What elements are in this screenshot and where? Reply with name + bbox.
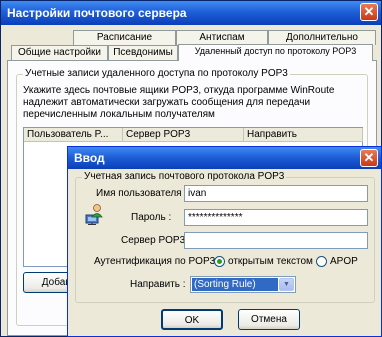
dialog-close-button[interactable]: ✕ (360, 149, 378, 167)
tab-label: Псевдонимы (113, 47, 173, 58)
pop3-server-field[interactable] (184, 232, 368, 249)
main-close-button[interactable]: ✕ (360, 3, 378, 21)
column-label: Сервер POP3 (126, 129, 191, 140)
tab-label: Удаленный доступ по протоколу POP3 (194, 46, 357, 56)
cancel-button[interactable]: Отмена (238, 309, 300, 330)
auth-label: Аутентификация по POP3 (94, 256, 216, 267)
tab-advanced[interactable]: Дополнительно (268, 30, 376, 45)
cancel-button-label: Отмена (251, 314, 287, 325)
main-window-titlebar[interactable]: Настройки почтового сервера ✕ (1, 1, 381, 25)
password-value: ************** (188, 212, 243, 223)
close-icon: ✕ (363, 150, 375, 165)
column-header-user[interactable]: Пользователь P... (24, 128, 123, 142)
forward-selected-value: (Sorting Rule) (192, 278, 278, 291)
auth-apop-radio[interactable] (316, 256, 327, 267)
chevron-down-icon[interactable]: ▼ (279, 278, 294, 291)
tab-label: Антиспам (199, 32, 245, 43)
auth-apop-label[interactable]: APOP (330, 256, 358, 268)
tab-label: Общие настройки (18, 47, 101, 58)
auth-plain-label[interactable]: открытым текстом (228, 256, 313, 268)
input-dialog: Ввод ✕ Учетная запись почтового протокол… (67, 146, 382, 337)
tab-aliases[interactable]: Псевдонимы (108, 45, 178, 60)
main-window-title: Настройки почтового сервера (7, 6, 187, 20)
group-label: Учетные записи удаленного доступа по про… (23, 68, 290, 80)
server-label: Сервер POP3 : (121, 235, 191, 246)
column-label: Направить (247, 129, 298, 140)
description-line-2: надлежит автоматически загружать сообщен… (23, 97, 311, 108)
group-label: Учетная запись почтового протокола POP3 (82, 171, 287, 183)
ok-button-label: OK (184, 315, 200, 326)
username-label: Имя пользователя : (96, 188, 188, 199)
forward-label: Направить : (130, 279, 186, 290)
forward-select[interactable]: (Sorting Rule) ▼ (190, 276, 296, 293)
description-line-1: Укажите здесь почтовые ящики POP3, откуд… (23, 85, 335, 96)
tab-antispam[interactable]: Антиспам (176, 30, 268, 45)
column-header-forward[interactable]: Направить (244, 128, 363, 142)
column-header-server[interactable]: Сервер POP3 (123, 128, 244, 142)
tab-label: Расписание (96, 32, 153, 43)
close-icon: ✕ (363, 4, 375, 19)
tab-pop3-remote-access[interactable]: Удаленный доступ по протоколу POP3 (178, 44, 373, 61)
description-line-3: перечисленным локальным получателям (23, 109, 215, 120)
user-network-icon (84, 203, 106, 225)
tab-schedule[interactable]: Расписание (73, 30, 176, 45)
tab-label: Дополнительно (286, 32, 358, 43)
username-value: ivan (188, 188, 207, 199)
password-label: Пароль : (131, 212, 172, 223)
pop3-account-group: Учетная запись почтового протокола POP3 … (75, 171, 375, 303)
dialog-titlebar[interactable]: Ввод ✕ (68, 147, 381, 169)
column-label: Пользователь P... (27, 129, 109, 140)
username-field[interactable]: ivan (184, 185, 368, 202)
dialog-title: Ввод (74, 151, 105, 165)
tab-general[interactable]: Общие настройки (11, 45, 108, 60)
auth-plain-radio[interactable] (214, 256, 225, 267)
ok-button[interactable]: OK (161, 309, 223, 330)
password-field[interactable]: ************** (184, 209, 368, 226)
